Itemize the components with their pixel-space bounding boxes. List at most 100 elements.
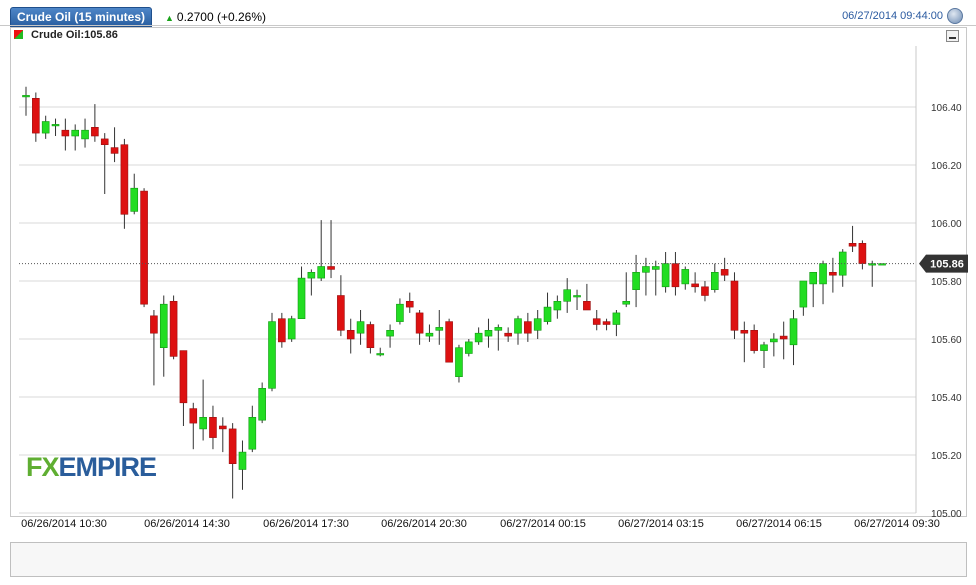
x-tick-label: 06/26/2014 14:30 bbox=[144, 518, 230, 530]
candle-body bbox=[219, 425, 227, 430]
candle-body bbox=[533, 318, 542, 331]
candle bbox=[632, 254, 640, 308]
candle-body bbox=[592, 318, 601, 325]
candle bbox=[819, 260, 827, 305]
candle bbox=[396, 298, 404, 325]
candle-body bbox=[140, 190, 148, 305]
y-tick-label: 106.00 bbox=[931, 219, 962, 230]
navigator-panel[interactable] bbox=[10, 542, 967, 577]
candle bbox=[671, 252, 680, 296]
candle-body bbox=[691, 283, 699, 288]
candle bbox=[415, 310, 424, 345]
candle-body bbox=[622, 300, 631, 305]
y-tick-label: 105.20 bbox=[931, 451, 962, 462]
y-tick-label: 105.80 bbox=[931, 277, 962, 288]
candle bbox=[287, 315, 296, 342]
candle-body bbox=[878, 263, 886, 266]
candle-body bbox=[130, 187, 139, 212]
candle-body bbox=[740, 329, 749, 334]
candle bbox=[317, 220, 326, 281]
candle-body bbox=[770, 338, 778, 343]
candle bbox=[258, 382, 266, 424]
candle bbox=[484, 318, 493, 348]
candle-body bbox=[829, 271, 837, 276]
x-tick-label: 06/26/2014 17:30 bbox=[263, 518, 349, 530]
candle-body bbox=[484, 329, 493, 337]
candle bbox=[622, 272, 631, 308]
candle bbox=[219, 417, 227, 453]
candle bbox=[327, 220, 335, 279]
candle-body bbox=[199, 416, 207, 430]
candle-body bbox=[524, 321, 532, 334]
candle bbox=[199, 379, 207, 441]
candle bbox=[583, 283, 591, 311]
candle bbox=[740, 321, 749, 363]
candle bbox=[720, 257, 729, 281]
candle bbox=[130, 173, 139, 215]
candle bbox=[592, 310, 601, 331]
candle-body bbox=[819, 263, 827, 285]
candle-body bbox=[504, 332, 512, 337]
candle bbox=[809, 271, 818, 308]
candle bbox=[51, 118, 60, 136]
x-tick-label: 06/26/2014 10:30 bbox=[21, 518, 107, 530]
candle-body bbox=[396, 303, 404, 322]
candle-body bbox=[474, 332, 483, 343]
candle bbox=[858, 240, 867, 270]
candle bbox=[41, 115, 50, 139]
candle bbox=[376, 347, 385, 357]
candle bbox=[494, 324, 503, 351]
candle bbox=[150, 310, 158, 386]
candle-body bbox=[91, 127, 99, 137]
candle-body bbox=[51, 124, 60, 127]
candle bbox=[346, 318, 355, 354]
candle-body bbox=[386, 329, 394, 337]
candle bbox=[445, 318, 453, 363]
candle-body bbox=[317, 266, 326, 279]
candle-body bbox=[661, 263, 670, 288]
candle bbox=[504, 327, 512, 342]
candle-body bbox=[81, 129, 89, 140]
x-tick-label: 06/27/2014 06:15 bbox=[736, 518, 822, 530]
candle bbox=[189, 402, 198, 450]
y-tick-label: 106.40 bbox=[931, 103, 962, 114]
candle-body bbox=[366, 324, 375, 349]
candle bbox=[681, 266, 690, 290]
candle bbox=[602, 318, 611, 331]
candle-body bbox=[307, 271, 316, 279]
candle bbox=[878, 263, 886, 266]
candle bbox=[455, 344, 463, 383]
candle-body bbox=[268, 321, 276, 389]
candle-body bbox=[297, 277, 306, 320]
candle bbox=[848, 225, 857, 252]
candle-body bbox=[445, 321, 453, 363]
candle bbox=[691, 272, 699, 293]
candle-body bbox=[642, 266, 650, 273]
candle-body bbox=[100, 138, 109, 145]
y-tick-label: 106.20 bbox=[931, 161, 962, 172]
candle bbox=[100, 133, 109, 194]
candle bbox=[435, 310, 444, 345]
candle-body bbox=[602, 321, 611, 325]
candle-body bbox=[71, 129, 79, 137]
candle bbox=[514, 315, 522, 345]
candle bbox=[120, 138, 129, 229]
candle-body bbox=[563, 289, 572, 302]
candle-body bbox=[32, 98, 40, 134]
candle-body bbox=[209, 416, 217, 438]
candle-body bbox=[573, 295, 581, 298]
candle bbox=[405, 292, 414, 313]
candle bbox=[32, 92, 40, 142]
candle-body bbox=[809, 271, 818, 285]
candle-body bbox=[110, 147, 119, 154]
candle bbox=[366, 321, 375, 354]
candle bbox=[337, 275, 345, 337]
x-tick-label: 06/26/2014 20:30 bbox=[381, 518, 467, 530]
candle-body bbox=[435, 327, 444, 331]
candle bbox=[651, 260, 660, 296]
candle-body bbox=[22, 95, 30, 98]
x-tick-label: 06/27/2014 03:15 bbox=[618, 518, 704, 530]
candle bbox=[779, 321, 788, 360]
candle bbox=[248, 405, 257, 453]
candle bbox=[612, 310, 621, 337]
